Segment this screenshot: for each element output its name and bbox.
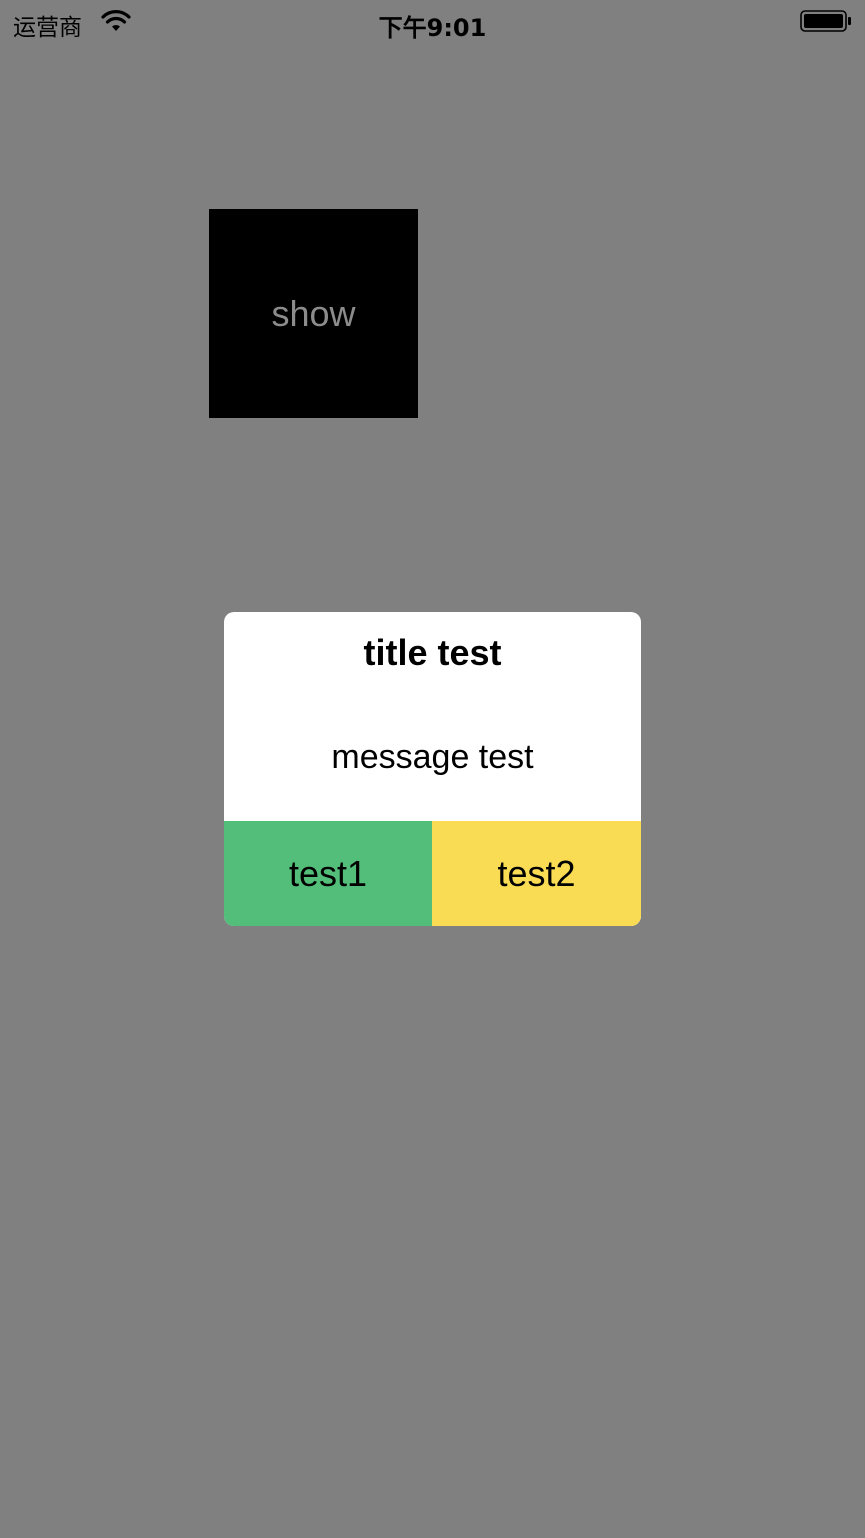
alert-dialog: title test message test test1 test2 [224,612,641,926]
alert-title: title test [363,632,502,673]
show-button-label: show [271,292,356,334]
test2-button[interactable]: test2 [432,821,641,926]
status-bar: 运营商 下午9:01 [0,0,865,44]
test2-button-label: test2 [497,852,576,894]
test1-button-label: test1 [288,852,368,894]
show-button[interactable]: show [209,209,418,418]
alert-message: message test [331,738,534,776]
status-time: 下午9:01 [378,14,487,42]
battery-icon [800,10,851,32]
test1-button[interactable]: test1 [224,821,432,926]
